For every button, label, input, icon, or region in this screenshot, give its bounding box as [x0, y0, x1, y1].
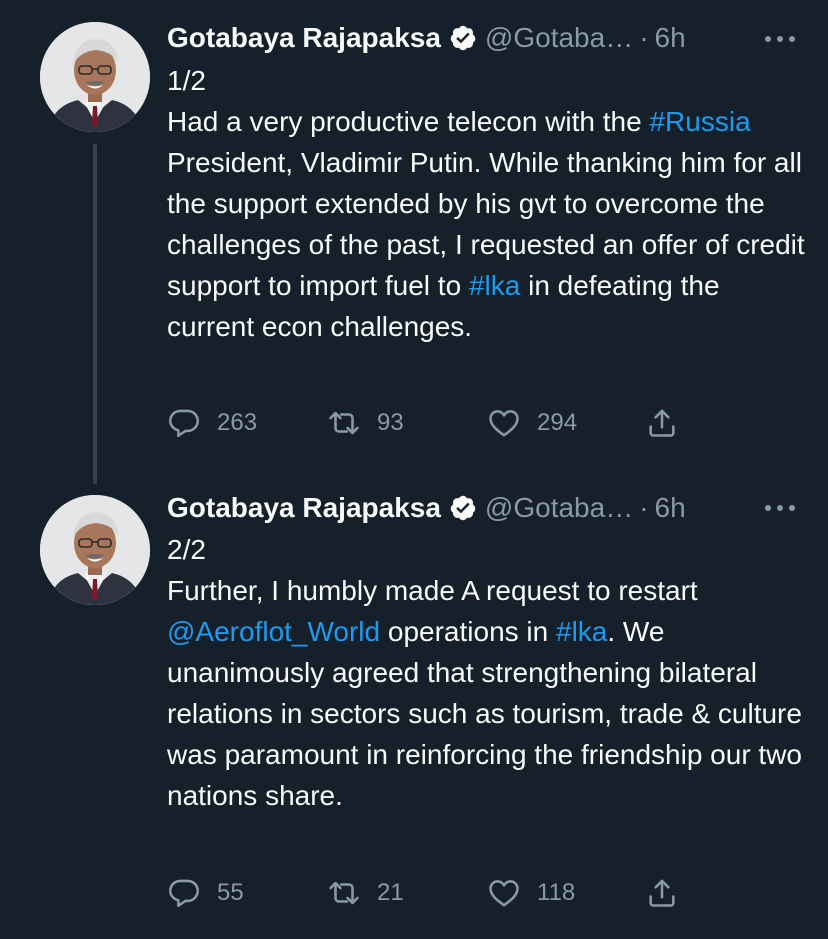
reply-icon [167, 876, 201, 910]
share-icon [645, 406, 679, 440]
tweet-text: 2/2 Further, I humbly made A request to … [167, 529, 807, 816]
retweet-button[interactable]: 21 [327, 873, 404, 913]
author-handle[interactable]: @Gotaba… [485, 492, 633, 524]
tweet-header: Gotabaya Rajapaksa @Gotaba… · 6h [167, 20, 686, 56]
thread-counter: 2/2 [167, 534, 206, 565]
like-count: 118 [537, 879, 576, 906]
like-button[interactable]: 294 [487, 403, 577, 443]
text-segment: Further, I humbly made A request to rest… [167, 575, 698, 606]
hashtag-link[interactable]: #lka [556, 616, 607, 647]
thread-counter: 1/2 [167, 65, 206, 96]
tweet-actions: 55 21 118 [167, 873, 727, 913]
text-segment: Had a very productive telecon with the [167, 106, 650, 137]
reply-count: 55 [217, 879, 244, 906]
tweet-actions: 263 93 294 [167, 403, 727, 443]
author-handle[interactable]: @Gotaba… [485, 22, 633, 54]
share-button[interactable] [645, 873, 679, 913]
separator-dot: · [639, 22, 649, 53]
retweet-button[interactable]: 93 [327, 403, 404, 443]
heart-icon [487, 876, 521, 910]
timestamp[interactable]: 6h [655, 492, 686, 524]
timestamp[interactable]: 6h [655, 22, 686, 54]
share-icon [645, 876, 679, 910]
reply-icon [167, 406, 201, 440]
tweet[interactable]: Gotabaya Rajapaksa @Gotaba… · 6h 2/2 Fur… [0, 475, 828, 939]
more-options-icon[interactable] [760, 24, 800, 54]
hashtag-link[interactable]: #lka [469, 270, 520, 301]
heart-icon [487, 406, 521, 440]
avatar[interactable] [40, 495, 150, 605]
thread-connector-line [93, 144, 97, 484]
reply-button[interactable]: 55 [167, 873, 244, 913]
retweet-count: 93 [377, 409, 404, 436]
mention-link[interactable]: @Aeroflot_World [167, 616, 380, 647]
separator-dot: · [639, 492, 649, 523]
retweet-count: 21 [377, 879, 404, 906]
text-segment: operations in [380, 616, 556, 647]
tweet-text: 1/2 Had a very productive telecon with t… [167, 60, 807, 347]
retweet-icon [327, 406, 361, 440]
author-name[interactable]: Gotabaya Rajapaksa [167, 492, 441, 524]
tweet[interactable]: Gotabaya Rajapaksa @Gotaba… · 6h 1/2 Had… [0, 0, 828, 484]
avatar-photo [40, 22, 150, 132]
hashtag-link[interactable]: #Russia [649, 106, 750, 137]
like-count: 294 [537, 409, 578, 436]
tweet-header: Gotabaya Rajapaksa @Gotaba… · 6h [167, 490, 686, 526]
verified-badge-icon [449, 24, 477, 52]
share-button[interactable] [645, 403, 679, 443]
reply-count: 263 [217, 409, 258, 436]
author-name[interactable]: Gotabaya Rajapaksa [167, 22, 441, 54]
retweet-icon [327, 876, 361, 910]
avatar[interactable] [40, 22, 150, 132]
more-options-icon[interactable] [760, 493, 800, 523]
like-button[interactable]: 118 [487, 873, 575, 913]
avatar-photo [40, 495, 150, 605]
reply-button[interactable]: 263 [167, 403, 257, 443]
verified-badge-icon [449, 494, 477, 522]
